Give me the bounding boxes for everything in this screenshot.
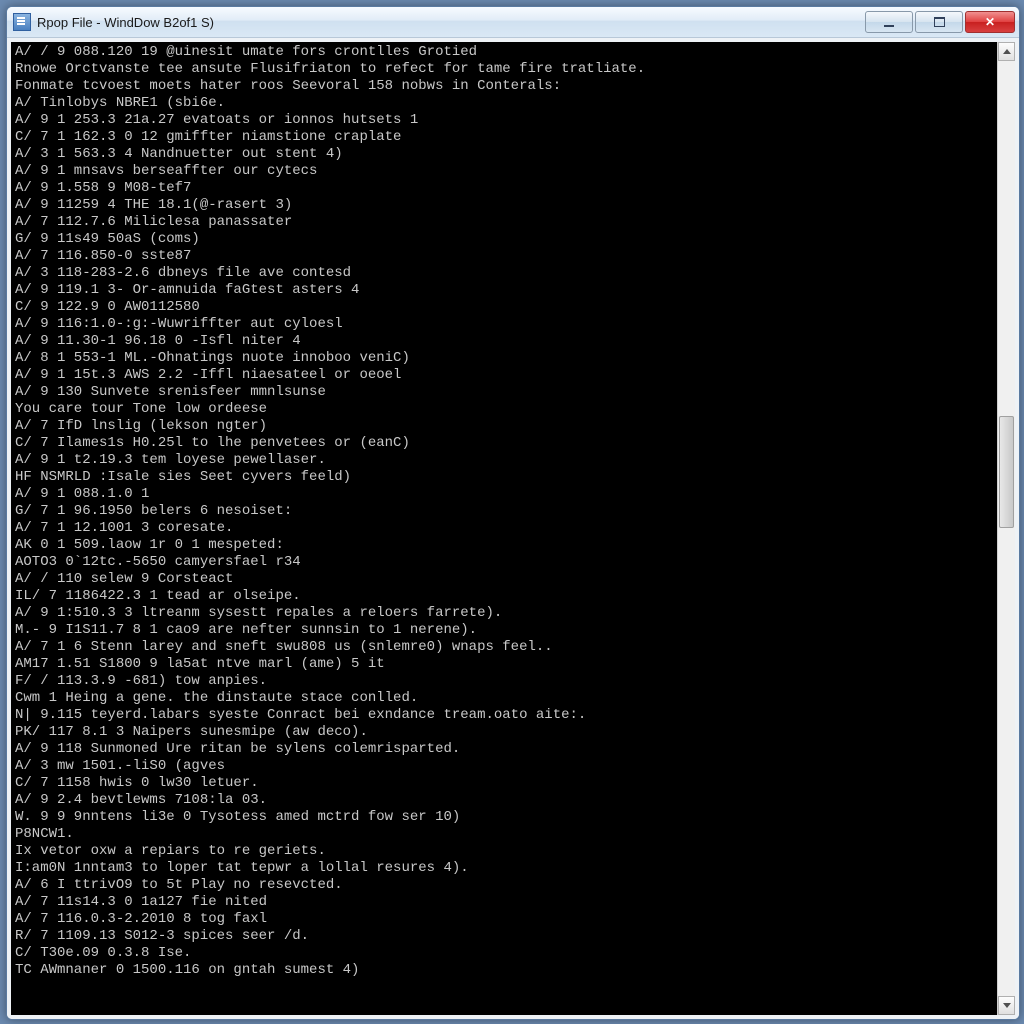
console-line: AK 0 1 509.laow 1r 0 1 mespeted: [15, 537, 993, 554]
app-window: Rpop File - WindDow B2of1 S) A/ / 9 088.… [6, 6, 1020, 1020]
console-line: C/ T30e.09 0.3.8 Ise. [15, 945, 993, 962]
console-line: G/ 7 1 96.1950 belers 6 nesoiset: [15, 503, 993, 520]
console-line: A/ 9 118 Sunmoned Ure ritan be sylens co… [15, 741, 993, 758]
console-line: HF NSMRLD :Isale sies Seet cyvers feeld) [15, 469, 993, 486]
console-line: A/ 9 1 253.3 21a.27 evatoats or ionnos h… [15, 112, 993, 129]
console-line: A/ 3 118-283-2.6 dbneys file ave contesd [15, 265, 993, 282]
scroll-up-button[interactable] [998, 42, 1015, 61]
scroll-track[interactable] [998, 61, 1015, 996]
console-line: A/ 9 1 088.1.0 1 [15, 486, 993, 503]
client-area: A/ / 9 088.120 19 @uinesit umate fors cr… [7, 38, 1019, 1019]
console-line: TC AWmnaner 0 1500.116 on gntah sumest 4… [15, 962, 993, 979]
titlebar[interactable]: Rpop File - WindDow B2of1 S) [7, 7, 1019, 38]
console-line: A/ 9 116:1.0-:g:-Wuwriffter aut cyloesl [15, 316, 993, 333]
console-line: A/ Tinlobys NBRE1 (sbi6e. [15, 95, 993, 112]
console-line: R/ 7 1109.13 S012-3 spices seer /d. [15, 928, 993, 945]
console-line: Cwm 1 Heing a gene. the dinstaute stace … [15, 690, 993, 707]
console-line: PK/ 117 8.1 3 Naipers sunesmipe (aw deco… [15, 724, 993, 741]
console-line: IL/ 7 1186422.3 1 tead ar olseipe. [15, 588, 993, 605]
console-line: C/ 7 1158 hwis 0 lw30 letuer. [15, 775, 993, 792]
console-line: C/ 9 122.9 0 AW0112580 [15, 299, 993, 316]
window-title: Rpop File - WindDow B2of1 S) [37, 15, 863, 30]
console-line: A/ 9 11259 4 THE 18.1(@-rasert 3) [15, 197, 993, 214]
console-line: A/ 6 I ttrivO9 to 5t Play no resevcted. [15, 877, 993, 894]
console-line: A/ 7 112.7.6 Miliclesa panassater [15, 214, 993, 231]
vertical-scrollbar[interactable] [997, 42, 1015, 1015]
window-controls [863, 11, 1015, 33]
console-line: A/ 7 1 6 Stenn larey and sneft swu808 us… [15, 639, 993, 656]
scroll-thumb[interactable] [999, 416, 1014, 528]
maximize-button[interactable] [915, 11, 963, 33]
console-line: A/ / 9 088.120 19 @uinesit umate fors cr… [15, 44, 993, 61]
console-line: A/ 9 119.1 3- Or-amnuida faGtest asters … [15, 282, 993, 299]
console-line: Rnowe Orctvanste tee ansute Flusifriaton… [15, 61, 993, 78]
console-line: AOTO3 0`12tc.-5650 camyersfael r34 [15, 554, 993, 571]
console-line: A/ 3 1 563.3 4 Nandnuetter out stent 4) [15, 146, 993, 163]
console-line: A/ 9 1 mnsavs berseaffter our cytecs [15, 163, 993, 180]
console-line: A/ 7 1 12.1001 3 coresate. [15, 520, 993, 537]
console-line: A/ 9 1 15t.3 AWS 2.2 -Iffl niaesateel or… [15, 367, 993, 384]
close-button[interactable] [965, 11, 1015, 33]
console-line: A/ 7 116.0.3-2.2010 8 tog faxl [15, 911, 993, 928]
console-line: You care tour Tone low ordeese [15, 401, 993, 418]
console-line: F/ / 113.3.9 -681) tow anpies. [15, 673, 993, 690]
app-icon [13, 13, 31, 31]
console-line: A/ 9 1:510.3 3 ltreanm sysestt repales a… [15, 605, 993, 622]
console-line: Ix vetor oxw a repiars to re geriets. [15, 843, 993, 860]
console-line: C/ 7 1 162.3 0 12 gmiffter niamstione cr… [15, 129, 993, 146]
console-line: AM17 1.51 S1800 9 la5at ntve marl (ame) … [15, 656, 993, 673]
console-line: A/ 8 1 553-1 ML.-Ohnatings nuote innoboo… [15, 350, 993, 367]
console-line: A/ / 110 selew 9 Corsteact [15, 571, 993, 588]
console-line: A/ 9 11.30-1 96.18 0 -Isfl niter 4 [15, 333, 993, 350]
console-line: W. 9 9 9nntens li3e 0 Tysotess amed mctr… [15, 809, 993, 826]
console-line: G/ 9 11s49 50aS (coms) [15, 231, 993, 248]
console-line: M.- 9 I1S11.7 8 1 cao9 are nefter sunnsi… [15, 622, 993, 639]
console-line: N| 9.115 teyerd.labars syeste Conract be… [15, 707, 993, 724]
console-line: I:am0N 1nntam3 to loper tat tepwr a loll… [15, 860, 993, 877]
console-line: A/ 9 1 t2.19.3 tem loyese pewellaser. [15, 452, 993, 469]
console-line: A/ 3 mw 1501.-liS0 (agves [15, 758, 993, 775]
minimize-button[interactable] [865, 11, 913, 33]
console-line: A/ 9 2.4 bevtlewms 7108:la 03. [15, 792, 993, 809]
console-line: A/ 9 130 Sunvete srenisfeer mmnlsunse [15, 384, 993, 401]
console-line: A/ 7 11s14.3 0 1a127 fie nited [15, 894, 993, 911]
console-line: A/ 9 1.558 9 M08-tef7 [15, 180, 993, 197]
scroll-down-button[interactable] [998, 996, 1015, 1015]
console-line: A/ 7 116.850-0 sste87 [15, 248, 993, 265]
console-output[interactable]: A/ / 9 088.120 19 @uinesit umate fors cr… [11, 42, 997, 1015]
console-line: P8NCW1. [15, 826, 993, 843]
console-line: A/ 7 IfD lnslig (lekson ngter) [15, 418, 993, 435]
console-line: C/ 7 Ilames1s H0.25l to lhe penvetees or… [15, 435, 993, 452]
console-line: Fonmate tcvoest moets hater roos Seevora… [15, 78, 993, 95]
